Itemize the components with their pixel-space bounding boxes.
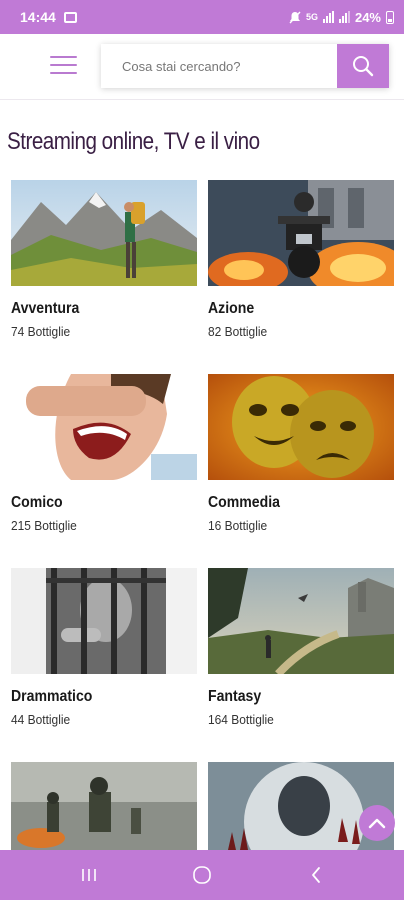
category-card-war[interactable] xyxy=(11,762,197,850)
category-card-commedia[interactable]: Commedia 16 Bottiglie xyxy=(208,374,394,533)
gallery-icon xyxy=(63,11,77,23)
search-icon xyxy=(353,56,374,77)
signal-icon-2 xyxy=(338,11,350,23)
back-icon xyxy=(312,867,320,883)
recent-apps-button[interactable] xyxy=(59,850,119,900)
category-count: 82 Bottiglie xyxy=(208,324,268,339)
category-count: 16 Bottiglie xyxy=(208,518,268,533)
home-icon xyxy=(193,866,211,884)
category-card-comico[interactable]: Comico 215 Bottiglie xyxy=(11,374,197,533)
category-image-war-soldiers xyxy=(11,762,197,850)
hamburger-icon[interactable] xyxy=(50,54,77,76)
category-name: Comico xyxy=(11,494,63,511)
network-label: 5G xyxy=(305,12,318,22)
status-bar: 14:44 5G 24% xyxy=(0,0,404,34)
app-header xyxy=(0,34,404,100)
category-image-fantasy-landscape xyxy=(208,568,394,674)
category-card-avventura[interactable]: Avventura 74 Bottiglie xyxy=(11,180,197,339)
search-input[interactable] xyxy=(101,44,337,88)
category-image-motorcycle xyxy=(208,180,394,286)
mute-icon xyxy=(289,11,301,23)
search-button[interactable] xyxy=(337,44,389,88)
category-count: 164 Bottiglie xyxy=(208,712,274,727)
chevron-up-icon xyxy=(368,818,386,829)
category-name: Avventura xyxy=(11,300,80,317)
battery-percent: 24% xyxy=(354,9,381,25)
search-bar xyxy=(101,44,389,88)
home-button[interactable] xyxy=(172,850,232,900)
category-count: 44 Bottiglie xyxy=(11,712,71,727)
category-count: 215 Bottiglie xyxy=(11,518,77,533)
category-name: Azione xyxy=(208,300,255,317)
battery-icon xyxy=(386,10,394,24)
status-time: 14:44 xyxy=(20,9,56,25)
section-title: Streaming online, TV e il vino xyxy=(7,128,260,155)
category-image-laughing-man xyxy=(11,374,197,480)
back-button[interactable] xyxy=(286,850,346,900)
signal-icon xyxy=(322,11,334,23)
category-card-fantasy[interactable]: Fantasy 164 Bottiglie xyxy=(208,568,394,727)
category-name: Commedia xyxy=(208,494,280,511)
category-name: Fantasy xyxy=(208,688,262,705)
scroll-top-button[interactable] xyxy=(359,805,395,841)
recent-apps-icon xyxy=(82,869,96,881)
system-nav-bar xyxy=(0,850,404,900)
category-card-drammatico[interactable]: Drammatico 44 Bottiglie xyxy=(11,568,197,727)
category-count: 74 Bottiglie xyxy=(11,324,71,339)
category-image-hiker xyxy=(11,180,197,286)
category-image-golden-masks xyxy=(208,374,394,480)
category-name: Drammatico xyxy=(11,688,93,705)
category-image-man-behind-bars xyxy=(11,568,197,674)
category-card-azione[interactable]: Azione 82 Bottiglie xyxy=(208,180,394,339)
